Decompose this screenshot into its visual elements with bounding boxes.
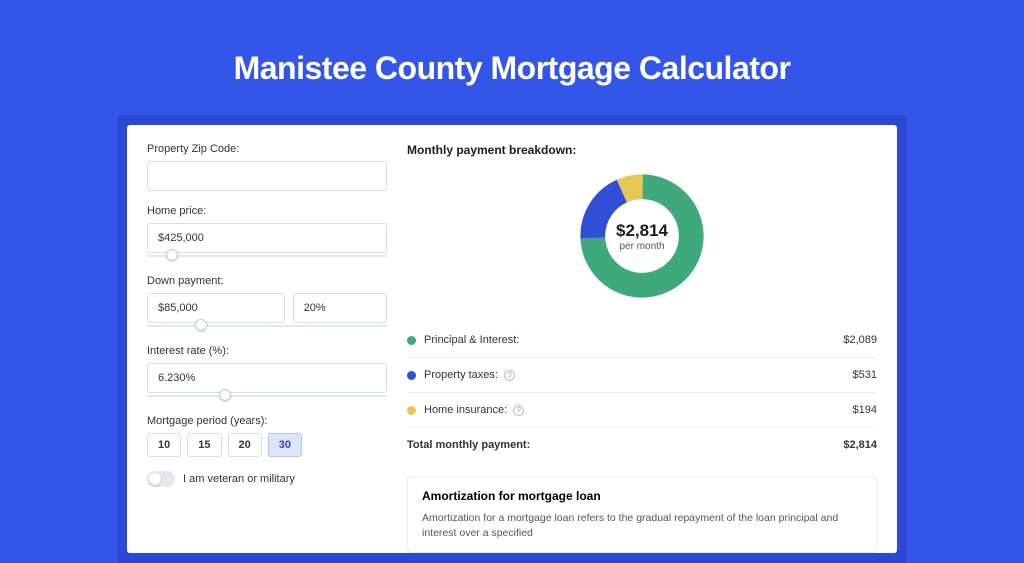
veteran-toggle[interactable] [147,471,175,487]
down-payment-label: Down payment: [147,275,387,287]
page-title: Manistee County Mortgage Calculator [0,50,1024,87]
home-price-input[interactable] [147,223,387,253]
period-btn-20[interactable]: 20 [228,433,262,457]
down-payment-group: Down payment: [147,275,387,331]
legend-insurance: Home insurance: ? $194 [407,395,877,425]
zip-label: Property Zip Code: [147,143,387,155]
hero: Manistee County Mortgage Calculator [0,0,1024,115]
down-payment-input[interactable] [147,293,285,323]
amortization-body: Amortization for a mortgage loan refers … [422,511,862,540]
legend-label: Principal & Interest: [424,334,843,346]
dot-icon [407,336,416,345]
legend-value: $531 [853,369,877,381]
period-group: Mortgage period (years): 10 15 20 30 [147,415,387,457]
period-row: 10 15 20 30 [147,433,387,457]
donut-wrap: $2,814 per month [407,171,877,301]
breakdown-column: Monthly payment breakdown: $2,814 per mo… [407,143,877,553]
interest-label: Interest rate (%): [147,345,387,357]
period-btn-10[interactable]: 10 [147,433,181,457]
zip-input[interactable] [147,161,387,191]
slider-track [147,255,387,257]
amortization-card: Amortization for mortgage loan Amortizat… [407,476,877,553]
legend-taxes: Property taxes: ? $531 [407,360,877,390]
slider-thumb[interactable] [219,389,231,401]
legend-label-text: Home insurance: [424,404,507,416]
home-price-group: Home price: [147,205,387,261]
total-value: $2,814 [843,439,877,451]
donut-center: $2,814 per month [577,171,707,301]
divider [407,392,877,393]
slider-thumb[interactable] [166,249,178,261]
period-btn-30[interactable]: 30 [268,433,302,457]
zip-field-group: Property Zip Code: [147,143,387,191]
legend-total: Total monthly payment: $2,814 [407,430,877,460]
amortization-title: Amortization for mortgage loan [422,489,862,503]
divider [407,357,877,358]
legend-label: Home insurance: ? [424,404,853,416]
legend-value: $194 [853,404,877,416]
donut-amount: $2,814 [616,221,668,241]
slider-thumb[interactable] [195,319,207,331]
calculator-panel: Property Zip Code: Home price: Down paym… [127,125,897,553]
slider-track [147,395,387,397]
interest-input[interactable] [147,363,387,393]
donut-chart: $2,814 per month [577,171,707,301]
interest-group: Interest rate (%): [147,345,387,401]
legend-principal: Principal & Interest: $2,089 [407,325,877,355]
dot-icon [407,371,416,380]
veteran-row: I am veteran or military [147,471,387,487]
breakdown-title: Monthly payment breakdown: [407,143,877,157]
down-payment-slider[interactable] [147,321,387,331]
down-payment-pct-input[interactable] [293,293,387,323]
home-price-label: Home price: [147,205,387,217]
info-icon[interactable]: ? [513,405,524,416]
donut-sub: per month [619,241,664,252]
period-label: Mortgage period (years): [147,415,387,427]
total-label: Total monthly payment: [407,439,843,451]
dot-icon [407,406,416,415]
panel-outer: Property Zip Code: Home price: Down paym… [117,115,907,563]
down-payment-row [147,293,387,323]
veteran-label: I am veteran or military [183,473,295,485]
legend-label-text: Property taxes: [424,369,498,381]
legend-value: $2,089 [843,334,877,346]
home-price-slider[interactable] [147,251,387,261]
slider-track [147,325,387,327]
legend-label: Property taxes: ? [424,369,853,381]
info-icon[interactable]: ? [504,370,515,381]
divider [407,427,877,428]
inputs-column: Property Zip Code: Home price: Down paym… [147,143,387,553]
period-btn-15[interactable]: 15 [187,433,221,457]
interest-slider[interactable] [147,391,387,401]
